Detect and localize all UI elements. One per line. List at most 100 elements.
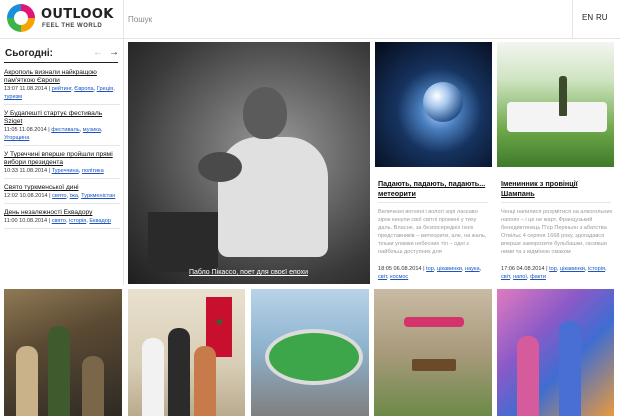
bottom-photo[interactable]: ★: [128, 289, 245, 416]
tag-link[interactable]: музика: [83, 127, 101, 133]
bottom-photo[interactable]: [497, 289, 614, 416]
news-item: Свято туркменської дині 12:02 10.08.2014…: [4, 182, 120, 204]
card-meta: 18:05 06.08.2014 | top, цікавинки, наука…: [378, 266, 482, 280]
tag-link[interactable]: свято: [52, 193, 66, 199]
photo-shape: [265, 329, 363, 385]
header-divider: [123, 0, 124, 38]
feature-caption-link[interactable]: Пабло Пікассо, поет для своєї епохи: [189, 269, 308, 276]
logo-title: OUTLOOK: [41, 7, 114, 22]
sidebar-divider: [123, 39, 124, 285]
logo[interactable]: OUTLOOK FEEL THE WORLD: [7, 3, 123, 33]
photo-shape: [423, 82, 463, 122]
news-title[interactable]: Свято туркменської дині: [4, 184, 120, 192]
tag-link[interactable]: фестиваль: [51, 127, 79, 133]
tag-link[interactable]: факти: [530, 274, 546, 280]
sidebar-title: Сьогодні:: [5, 48, 53, 59]
bottom-photo[interactable]: [4, 289, 122, 416]
photo-shape: [507, 102, 607, 132]
news-meta: 12:02 10.08.2014 | свято, їжа, Туркменіс…: [4, 193, 116, 199]
meteor-photo[interactable]: [375, 42, 492, 167]
news-datetime: 10:33 11.08.2014: [4, 168, 48, 174]
lang-divider: [572, 0, 573, 38]
photo-shape: [404, 317, 464, 327]
photo-shape: [194, 346, 216, 416]
news-title[interactable]: Акрополь визнали найкращою пам'яткою Євр…: [4, 69, 120, 85]
prev-arrow-icon[interactable]: ←: [93, 47, 103, 58]
card-divider: [501, 202, 611, 203]
news-item: День незалежності Еквадору 11:00 10.08.2…: [4, 207, 120, 229]
tag-link[interactable]: напої: [513, 274, 527, 280]
star-icon: ★: [215, 317, 224, 328]
photo-shape: [198, 152, 242, 182]
news-title[interactable]: День незалежності Еквадору: [4, 209, 120, 217]
tag-link[interactable]: Туркменістан: [81, 193, 115, 199]
tag-link[interactable]: свято: [52, 218, 66, 224]
champagne-photo[interactable]: [497, 42, 614, 167]
logo-icon: [7, 4, 35, 32]
tag-link[interactable]: історія: [588, 266, 605, 272]
next-arrow-icon[interactable]: →: [109, 47, 119, 58]
tag-link[interactable]: світ: [378, 274, 387, 280]
news-datetime: 11:00 10.08.2014: [4, 218, 48, 224]
card-title[interactable]: Падають, падають, падають... метеорити: [378, 179, 488, 199]
news-list: Акрополь визнали найкращою пам'яткою Євр…: [4, 67, 120, 232]
card-datetime: 18:05 06.08.2014: [378, 266, 422, 272]
tag-link[interactable]: Угорщина: [4, 135, 29, 141]
tag-link[interactable]: top: [549, 266, 557, 272]
news-item: У Туреччині вперше пройшли прямі вибори …: [4, 149, 120, 179]
today-sidebar: Сьогодні: ← → Акрополь визнали найкращою…: [0, 39, 123, 284]
tag-link[interactable]: Європа: [74, 86, 93, 92]
news-datetime: 13:07 11.08.2014: [4, 86, 48, 92]
tag-link[interactable]: їжа: [70, 193, 78, 199]
lang-ru-link[interactable]: RU: [596, 13, 608, 22]
tag-link[interactable]: рейтинг: [52, 86, 71, 92]
tag-link[interactable]: цікавинки: [437, 266, 462, 272]
news-meta: 11:00 10.08.2014 | свято, історія, Еквад…: [4, 218, 112, 224]
bottom-photo[interactable]: [251, 289, 369, 416]
news-meta: 10:33 11.08.2014 | Туреччина, політика: [4, 168, 104, 174]
tag-link[interactable]: Греція: [97, 86, 113, 92]
tag-link[interactable]: політика: [82, 168, 104, 174]
photo-shape: [412, 359, 456, 371]
feature-photo[interactable]: Пабло Пікассо, поет для своєї епохи: [128, 42, 370, 284]
photo-shape: [243, 87, 287, 139]
photo-shape: [48, 326, 70, 416]
card-meta: 17:06 04.08.2014 | top, цікавинки, істор…: [501, 266, 607, 280]
tag-link[interactable]: top: [426, 266, 434, 272]
tag-link[interactable]: Туреччина: [52, 168, 79, 174]
card-title[interactable]: Іменинник з провінції Шампань: [501, 179, 611, 199]
news-meta: 13:07 11.08.2014 | рейтинг, Європа, Грец…: [4, 86, 115, 100]
photo-shape: [559, 76, 567, 116]
photo-shape: [148, 212, 218, 272]
photo-shape: [517, 336, 539, 416]
news-item: У Будапешті стартує фестиваль Sziget 11:…: [4, 108, 120, 146]
news-datetime: 11:05 11.08.2014: [4, 127, 47, 133]
header: OUTLOOK FEEL THE WORLD EN RU: [0, 0, 620, 39]
card-excerpt: Ченці напилися розумітися на алкогольних…: [501, 209, 613, 255]
logo-tagline: FEEL THE WORLD: [42, 23, 103, 29]
card-divider: [378, 202, 488, 203]
photo-shape: [16, 346, 38, 416]
photo-shape: [142, 338, 164, 416]
news-meta: 11:05 11.08.2014 | фестиваль, музика, Уг…: [4, 127, 103, 141]
card-datetime: 17:06 04.08.2014: [501, 266, 545, 272]
tag-link[interactable]: світ: [501, 274, 510, 280]
news-item: Акрополь визнали найкращою пам'яткою Євр…: [4, 67, 120, 105]
photo-shape: [559, 321, 581, 416]
sidebar-rule: [4, 62, 118, 63]
tag-link[interactable]: туризм: [4, 94, 22, 100]
search-input[interactable]: [128, 12, 428, 26]
photo-shape: [168, 328, 190, 416]
tag-link[interactable]: космос: [390, 274, 408, 280]
news-title[interactable]: У Будапешті стартує фестиваль Sziget: [4, 110, 120, 126]
tag-link[interactable]: Еквадор: [89, 218, 111, 224]
tag-link[interactable]: наука: [465, 266, 480, 272]
lang-en-link[interactable]: EN: [582, 13, 593, 22]
photo-shape: [82, 356, 104, 416]
news-datetime: 12:02 10.08.2014: [4, 193, 48, 199]
news-title[interactable]: У Туреччині вперше пройшли прямі вибори …: [4, 151, 120, 167]
tag-link[interactable]: історія: [69, 218, 86, 224]
card-excerpt: Величезні вогняні і вологі зорі ласкаво …: [378, 209, 487, 255]
bottom-photo[interactable]: [374, 289, 492, 416]
tag-link[interactable]: цікавинки: [560, 266, 585, 272]
